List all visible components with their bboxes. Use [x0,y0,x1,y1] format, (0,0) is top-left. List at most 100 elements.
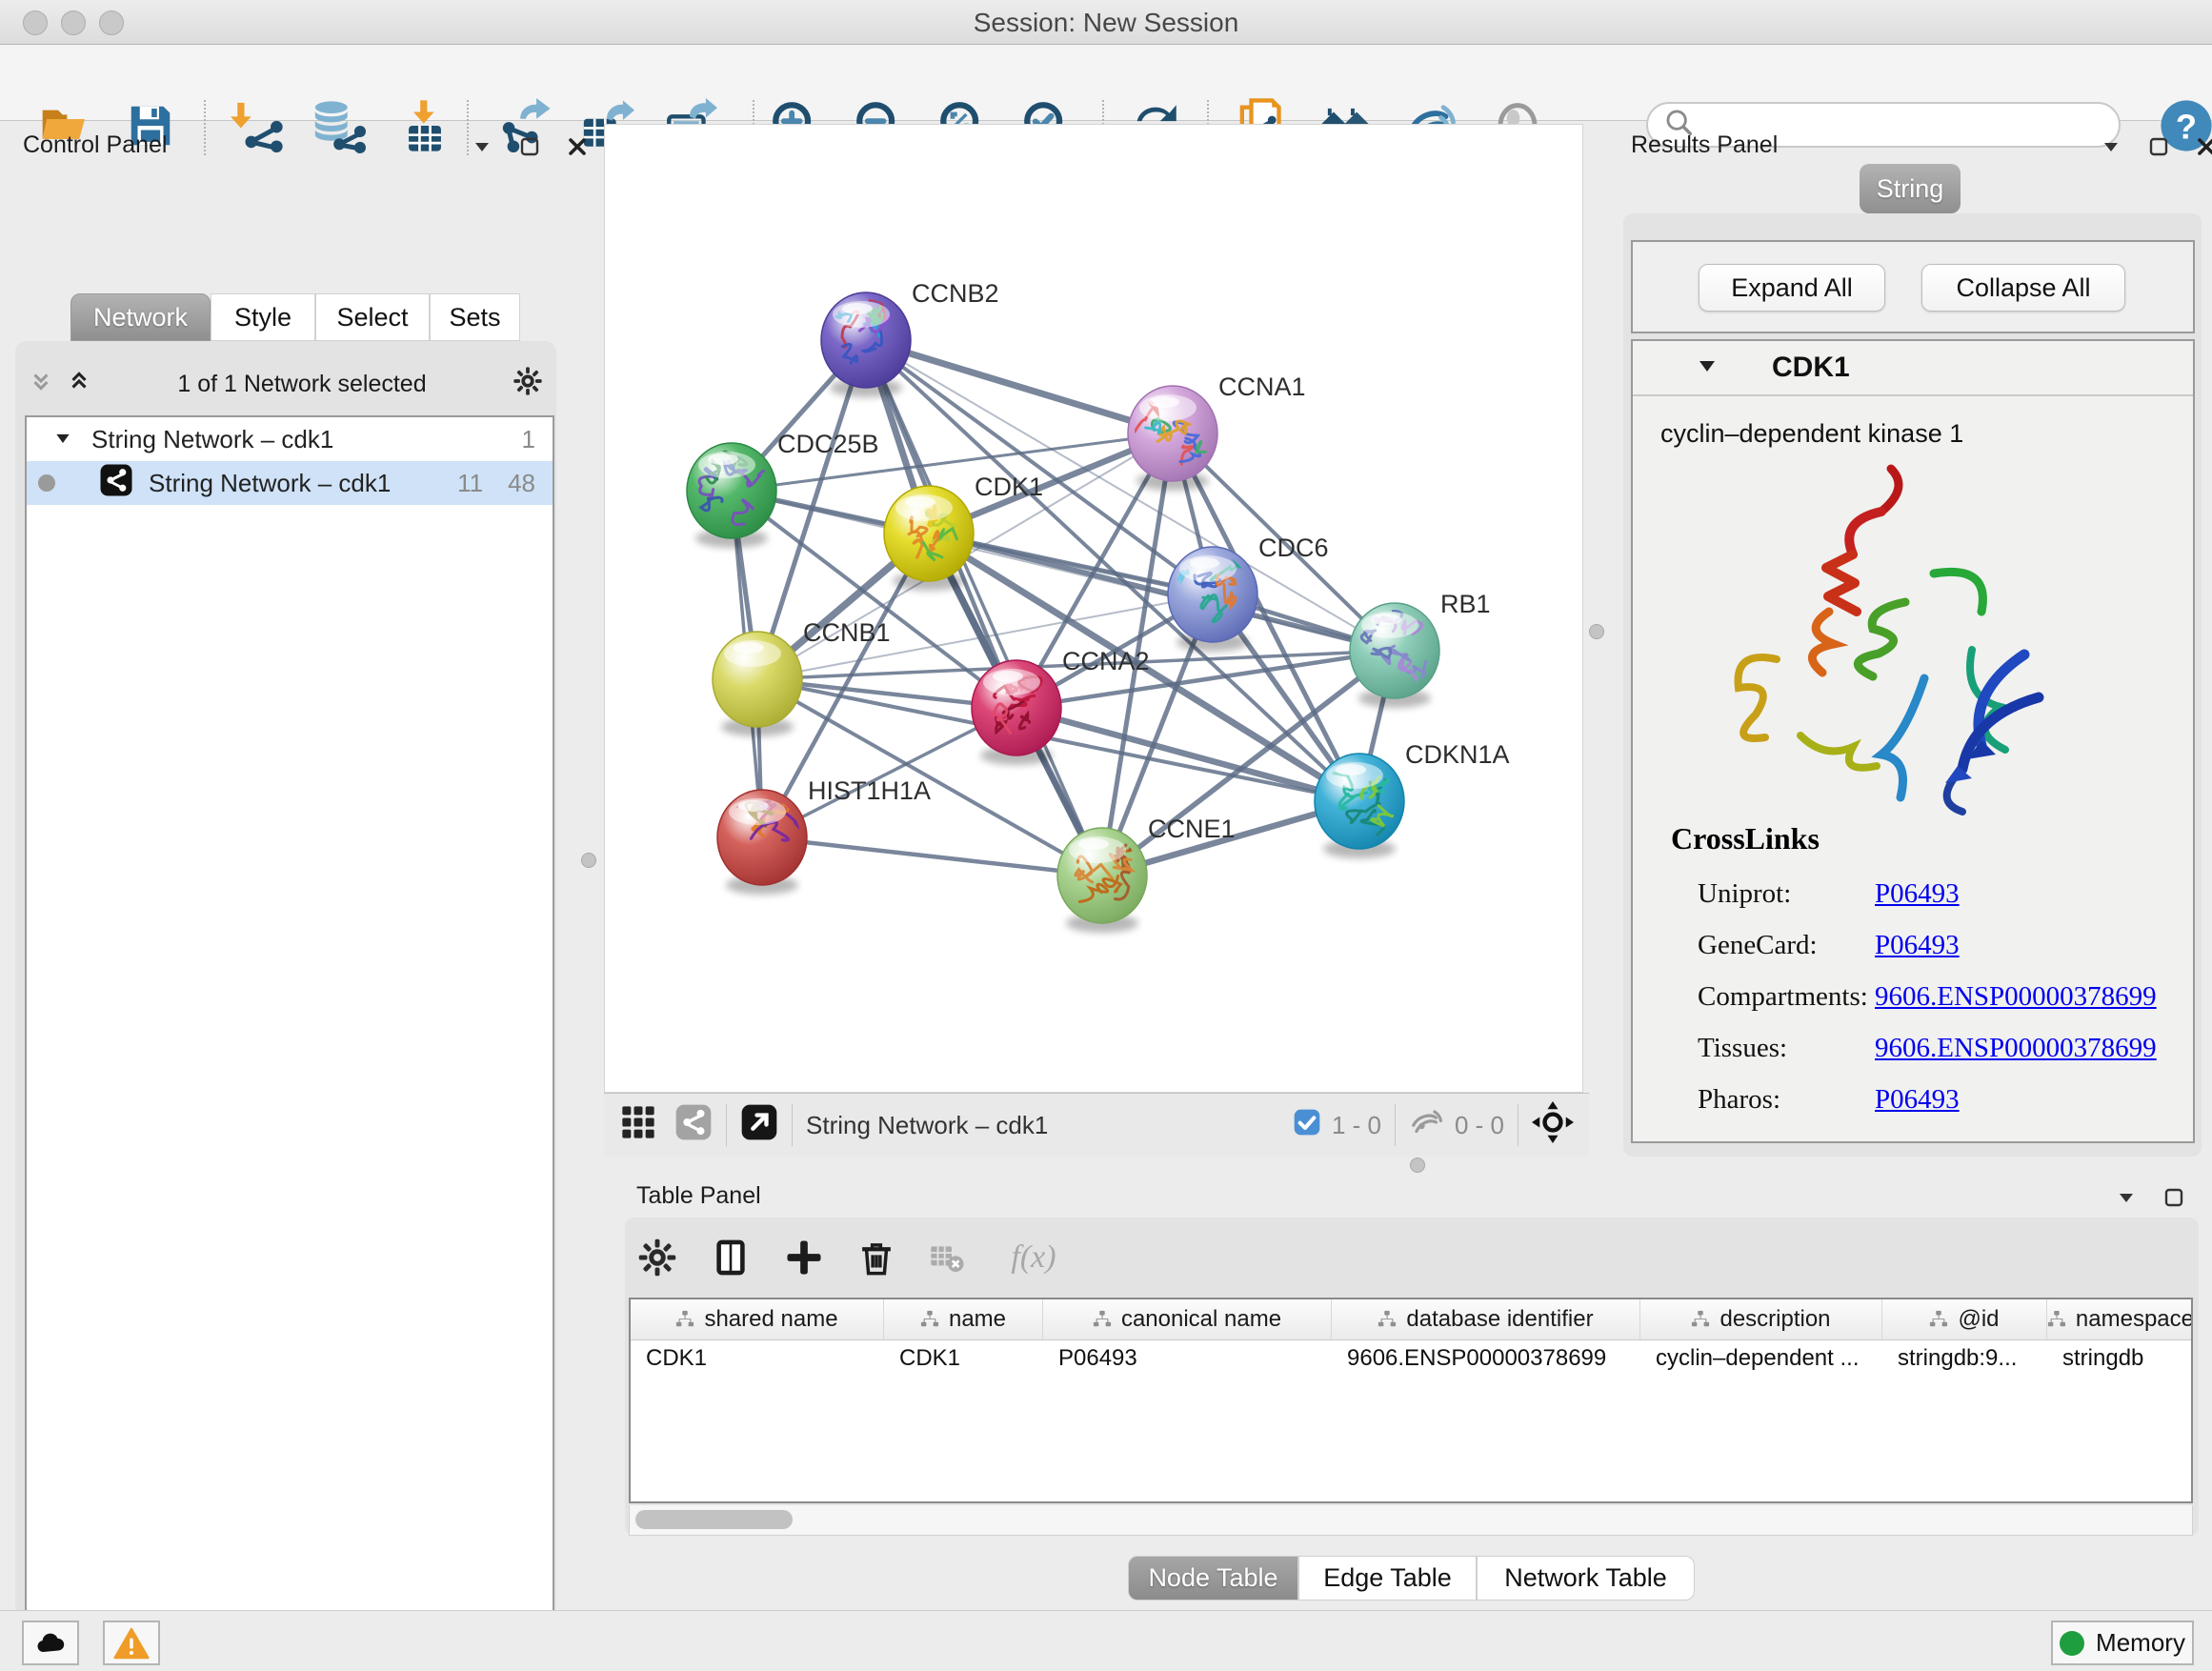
network-node-count: 11 [457,469,483,498]
delete-table-icon[interactable] [920,1231,974,1284]
network-list: String Network – cdk1 1 String Network –… [25,415,554,1671]
edge-CCNB2-CCNA1[interactable] [866,340,1173,433]
network-selected-label: 1 of 1 Network selected [91,371,513,398]
fit-content-crosshair-icon[interactable] [1532,1101,1574,1150]
network-type-icon [99,463,133,504]
node-label-CDK1: CDK1 [975,473,1043,501]
node-section-header[interactable]: CDK1 [1633,341,2193,396]
network-collection-row[interactable]: String Network – cdk1 1 [27,417,553,461]
table-horizontal-scrollbar[interactable] [629,1505,2193,1536]
section-gene-name: CDK1 [1772,352,1850,384]
left-splitter-handle[interactable] [581,853,596,868]
select-columns-icon[interactable] [704,1231,757,1284]
table-gear-icon[interactable] [631,1231,684,1284]
hidden-eye-slash-icon[interactable] [1409,1104,1445,1147]
tab-select[interactable]: Select [315,293,430,341]
column-header-canonical-name[interactable]: canonical name [1043,1299,1332,1339]
table-cell[interactable]: cyclin–dependent ... [1640,1339,1882,1379]
tab-style[interactable]: Style [211,293,315,341]
panel-float-icon[interactable] [2162,1186,2185,1214]
selected-checkbox-icon[interactable] [1292,1107,1322,1144]
collapse-all-button[interactable]: Collapse All [1921,264,2125,312]
node-label-RB1: RB1 [1440,590,1491,618]
column-header-shared-name[interactable]: shared name [631,1299,884,1339]
scrollbar-thumb[interactable] [635,1510,793,1529]
node-CCNA1[interactable] [1128,386,1222,491]
crosslink-link[interactable]: 9606.ENSP00000378699 [1875,1033,2157,1064]
column-header--id[interactable]: @id [1882,1299,2047,1339]
network-overview-icon[interactable] [674,1103,713,1148]
column-header-database-identifier[interactable]: database identifier [1332,1299,1640,1339]
panel-collapse-icon[interactable] [471,135,493,163]
tab-string[interactable]: String [1860,164,1961,213]
panel-collapse-icon[interactable] [2100,135,2122,163]
cloud-button[interactable] [22,1621,79,1665]
crosslink-link[interactable]: P06493 [1875,878,1960,910]
node-HIST1H1A[interactable] [717,778,807,895]
panel-close-icon[interactable] [566,135,589,163]
node-CCNB2[interactable] [821,288,911,397]
collection-count: 1 [522,425,535,454]
gear-icon[interactable] [513,366,543,403]
network-view[interactable]: CCNB2CCNA1CDC25BCDK1CDC6RB1CCNB1CCNA2CDK… [604,124,1583,1093]
node-CCNB1[interactable] [713,632,802,736]
expand-all-button[interactable]: Expand All [1699,264,1885,312]
tab-edge-table[interactable]: Edge Table [1298,1556,1477,1601]
collapse-all-icon[interactable] [29,368,53,401]
cloud-icon [33,1626,68,1661]
crosslink-link[interactable]: P06493 [1875,930,1960,961]
status-bar: Memory [0,1610,2212,1671]
function-builder-icon[interactable]: f(x) [991,1231,1076,1284]
expand-all-icon[interactable] [67,368,91,401]
node-CDC25B[interactable] [687,443,776,548]
network-list-header: 1 of 1 Network selected [15,358,556,410]
toolbar-divider [1395,1104,1396,1146]
toolbar-divider [792,1104,793,1146]
memory-button[interactable]: Memory [2051,1621,2194,1665]
edge-HIST1H1A-CCNE1[interactable] [762,837,1102,876]
network-view-title: String Network – cdk1 [806,1111,1048,1140]
delete-column-icon[interactable] [850,1231,903,1284]
panel-collapse-icon[interactable] [2115,1186,2138,1214]
tab-network-table[interactable]: Network Table [1477,1556,1695,1601]
crosslink-row: Uniprot:P06493 [1698,878,2193,913]
column-header-description[interactable]: description [1640,1299,1882,1339]
warning-button[interactable] [103,1621,160,1665]
node-CDKN1A[interactable] [1315,754,1404,858]
table-cell[interactable]: CDK1 [631,1339,884,1379]
table-cell[interactable]: P06493 [1043,1339,1332,1379]
panel-float-icon[interactable] [2147,135,2170,163]
table-cell[interactable]: stringdb:9... [1882,1339,2047,1379]
selected-count: 1 - 0 [1332,1111,1381,1140]
table-cell[interactable]: stringdb [2047,1339,2193,1379]
horizontal-splitter-handle[interactable] [1410,1158,1425,1173]
right-splitter-handle[interactable] [1589,624,1604,639]
network-row[interactable]: String Network – cdk1 11 48 [27,461,553,505]
birdseye-grid-icon[interactable] [619,1103,657,1148]
network-graph[interactable]: CCNB2CCNA1CDC25BCDK1CDC6RB1CCNB1CCNA2CDK… [605,125,1582,1092]
crosslink-link[interactable]: P06493 [1875,1084,1960,1116]
panel-float-icon[interactable] [518,135,541,163]
column-header-name[interactable]: name [884,1299,1043,1339]
tab-node-table[interactable]: Node Table [1128,1556,1298,1601]
node-table[interactable]: shared namenamecanonical namedatabase id… [629,1298,2193,1503]
crosslink-row: GeneCard:P06493 [1698,930,2193,964]
tree-expand-icon[interactable] [53,425,72,454]
table-row[interactable]: CDK1CDK1P064939606.ENSP00000378699cyclin… [631,1339,2191,1379]
column-header-label: namespace [2076,1306,2193,1333]
tab-sets[interactable]: Sets [430,293,520,341]
open-in-new-window-icon[interactable] [740,1103,778,1148]
table-cell[interactable]: 9606.ENSP00000378699 [1332,1339,1640,1379]
window-title: Session: New Session [0,8,2212,38]
table-cell[interactable]: CDK1 [884,1339,1043,1379]
tab-network[interactable]: Network [70,293,211,341]
add-column-icon[interactable] [777,1231,831,1284]
node-label-CCNB2: CCNB2 [912,279,999,308]
control-panel-title: Control Panel [23,131,167,159]
section-collapse-icon[interactable] [1696,354,1719,382]
table-header-row[interactable]: shared namenamecanonical namedatabase id… [631,1299,2191,1340]
crosslink-link[interactable]: 9606.ENSP00000378699 [1875,981,2157,1013]
column-header-namespace[interactable]: namespace [2047,1299,2193,1339]
panel-close-icon[interactable] [2195,135,2212,163]
node-RB1[interactable] [1350,603,1439,708]
